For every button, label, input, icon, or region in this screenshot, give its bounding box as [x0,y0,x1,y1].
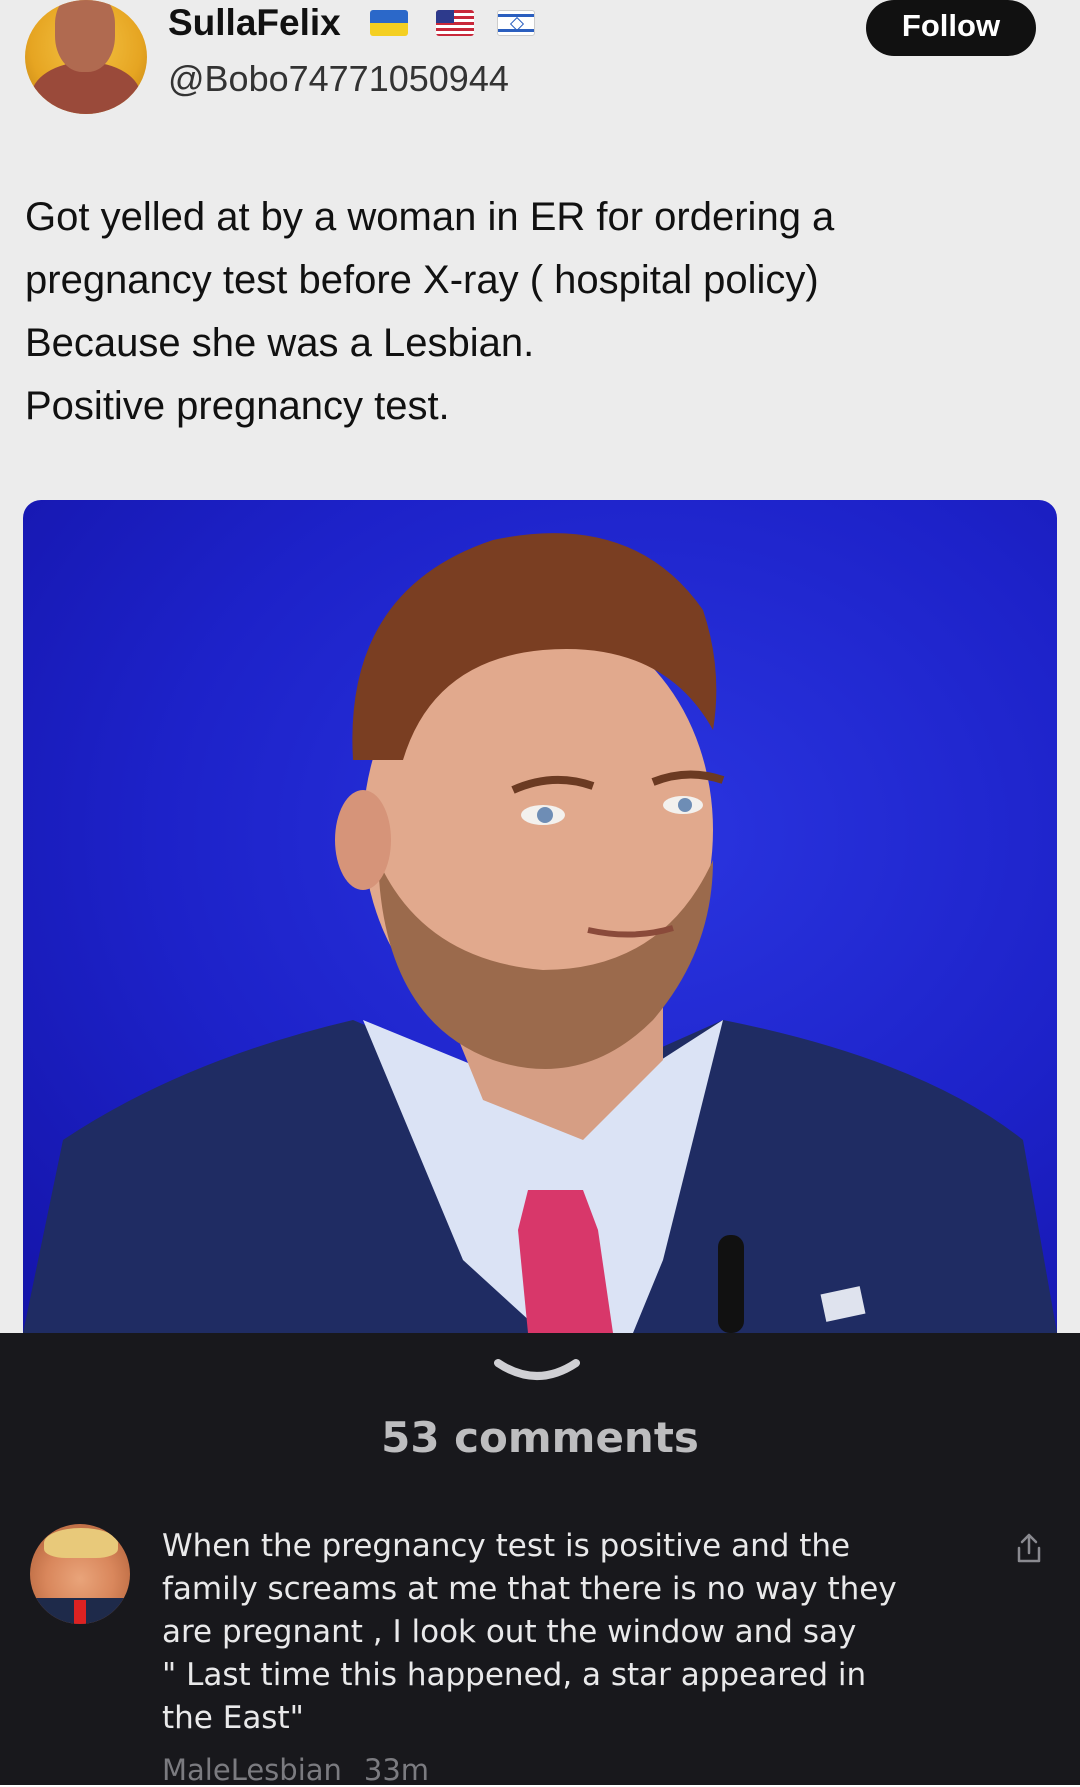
tweet-text-line: Positive pregnancy test. [25,384,450,428]
comment-text-line: " Last time this happened, a star appear… [162,1657,867,1693]
display-name[interactable]: SullaFelix [168,2,341,44]
avatar-hair [44,1528,118,1558]
tweet-text: Got yelled at by a woman in ER for order… [25,186,1045,438]
comment-text-line: are pregnant , I look out the window and… [162,1614,857,1650]
user-handle[interactable]: @Bobo74771050944 [168,58,509,100]
comment-time: 33m [363,1753,430,1787]
comments-panel: 53 comments When the pregnancy test is p… [0,1333,1080,1787]
tweet-text-line: Because she was a Lesbian. [25,321,535,365]
user-avatar[interactable] [25,0,147,114]
share-icon[interactable] [1014,1531,1044,1565]
comment-text-line: When the pregnancy test is positive and … [162,1528,851,1564]
us-flag-icon [436,10,474,36]
photo-illustration [23,533,1057,1333]
tweet-card: SullaFelix @Bobo74771050944 Follow Got y… [0,0,1080,1333]
comment-text: When the pregnancy test is positive and … [162,1525,962,1740]
comments-count-title: 53 comments [381,1413,699,1462]
commenter-avatar[interactable] [30,1524,130,1624]
ukraine-flag-icon [370,10,408,36]
comment-meta: MaleLesbian 33m [162,1753,429,1787]
comment-text-line: the East" [162,1700,304,1736]
chevron-down-icon[interactable] [492,1353,582,1389]
comment-author[interactable]: MaleLesbian [162,1753,342,1787]
follow-button[interactable]: Follow [866,0,1036,56]
tweet-photo[interactable] [23,500,1057,1333]
avatar-tie [74,1600,86,1624]
tweet-text-line: pregnancy test before X-ray ( hospital p… [25,258,819,302]
tweet-text-line: Got yelled at by a woman in ER for order… [25,195,835,239]
comment-text-line: family screams at me that there is no wa… [162,1571,897,1607]
israel-flag-icon [497,10,535,36]
avatar-bust [55,0,115,72]
